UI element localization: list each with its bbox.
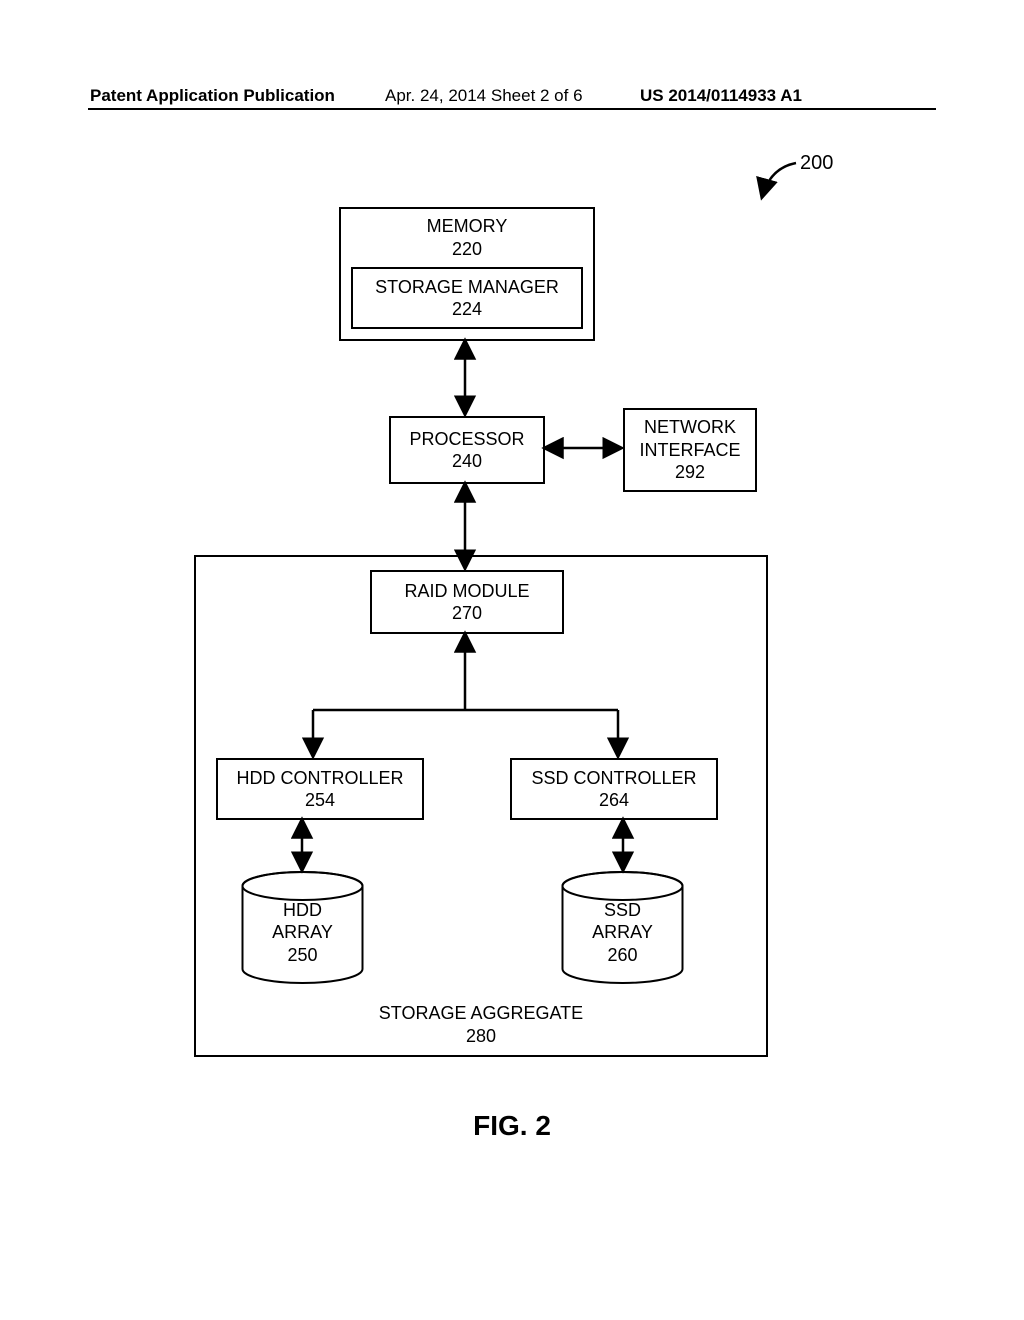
- hdd-array-title1: HDD: [283, 899, 322, 922]
- storage-aggregate-title: STORAGE AGGREGATE: [196, 1002, 766, 1025]
- ssd-array-title1: SSD: [604, 899, 641, 922]
- hdd-array-cylinder: HDD ARRAY 250: [240, 870, 365, 985]
- network-interface-title1: NETWORK: [625, 416, 755, 439]
- header-rule: [88, 108, 936, 110]
- raid-module-num: 270: [372, 602, 562, 625]
- raid-module-block: RAID MODULE 270: [370, 570, 564, 634]
- ssd-controller-title: SSD CONTROLLER: [512, 767, 716, 790]
- figure-reference: 200: [800, 152, 833, 175]
- ssd-controller-block: SSD CONTROLLER 264: [510, 758, 718, 820]
- hdd-controller-block: HDD CONTROLLER 254: [216, 758, 424, 820]
- processor-block: PROCESSOR 240: [389, 416, 545, 484]
- processor-title: PROCESSOR: [391, 428, 543, 451]
- storage-aggregate-num: 280: [196, 1025, 766, 1048]
- hdd-controller-title: HDD CONTROLLER: [218, 767, 422, 790]
- header-mid: Apr. 24, 2014 Sheet 2 of 6: [385, 86, 583, 106]
- header-right: US 2014/0114933 A1: [640, 86, 802, 106]
- hdd-controller-num: 254: [218, 789, 422, 812]
- memory-block: MEMORY 220 STORAGE MANAGER 224: [339, 207, 595, 341]
- ssd-array-num: 260: [607, 944, 637, 967]
- raid-module-title: RAID MODULE: [372, 580, 562, 603]
- network-interface-block: NETWORK INTERFACE 292: [623, 408, 757, 492]
- ssd-array-title2: ARRAY: [592, 921, 653, 944]
- network-interface-num: 292: [625, 461, 755, 484]
- network-interface-title2: INTERFACE: [625, 439, 755, 462]
- processor-num: 240: [391, 450, 543, 473]
- storage-manager-block: STORAGE MANAGER 224: [351, 267, 583, 329]
- storage-manager-title: STORAGE MANAGER: [353, 276, 581, 299]
- storage-manager-num: 224: [353, 298, 581, 321]
- figure-caption: FIG. 2: [0, 1110, 1024, 1142]
- ssd-array-cylinder: SSD ARRAY 260: [560, 870, 685, 985]
- memory-num: 220: [341, 238, 593, 261]
- page: Patent Application Publication Apr. 24, …: [0, 0, 1024, 1320]
- memory-title: MEMORY: [341, 215, 593, 238]
- header-left: Patent Application Publication: [90, 86, 335, 106]
- hdd-array-num: 250: [287, 944, 317, 967]
- hdd-array-title2: ARRAY: [272, 921, 333, 944]
- ssd-controller-num: 264: [512, 789, 716, 812]
